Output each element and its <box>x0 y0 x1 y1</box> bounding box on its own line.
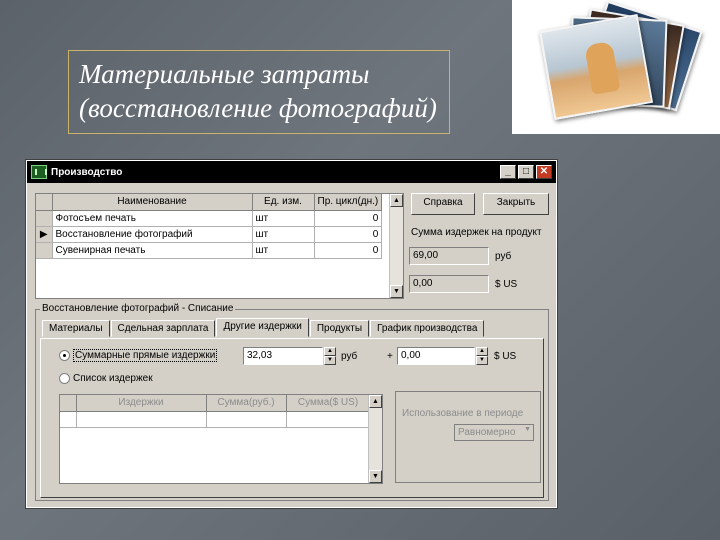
current-row-arrow-icon: ▶ <box>36 226 53 243</box>
sum-costs-spinner[interactable]: ▲ ▼ <box>324 347 336 365</box>
maximize-button[interactable]: □ <box>518 165 534 179</box>
distribution-box: Использование в периоде Равномерно ▼ <box>395 391 541 483</box>
cell-cost[interactable] <box>76 411 207 428</box>
sum-rub-unit-label: руб <box>341 351 358 362</box>
product-cost-usd-field: 0,00 <box>409 275 489 293</box>
table-row-selected[interactable]: ▶ Восстановление фотографий шт 0 <box>36 226 383 243</box>
costs-list-table: Издержки Сумма(руб.) Сумма($ US) ▲ ▼ <box>59 394 383 484</box>
cell-sum-rub[interactable] <box>206 411 287 428</box>
cell-cycle[interactable]: 0 <box>314 242 383 259</box>
slide-title: Материальные затраты (восстановление фот… <box>68 50 450 134</box>
cell-name[interactable]: Фотосъем печать <box>52 210 253 227</box>
help-button[interactable]: Справка <box>411 193 475 215</box>
sum-usd-unit-label: $ US <box>494 351 517 362</box>
row-indicator-header <box>36 194 53 211</box>
tab-products[interactable]: Продукты <box>309 320 370 337</box>
table-row[interactable]: Сувенирная печать шт 0 <box>36 242 383 259</box>
row-indicator <box>60 411 77 428</box>
spin-up-icon[interactable]: ▲ <box>476 347 488 356</box>
column-header-name[interactable]: Наименование <box>52 194 253 211</box>
distribution-label: Использование в периоде <box>402 408 524 419</box>
rub-unit-label: руб <box>495 251 512 262</box>
photo-stack-image <box>512 0 720 134</box>
scroll-down-icon[interactable]: ▼ <box>369 470 382 483</box>
column-header-unit[interactable]: Ед. изм. <box>252 194 315 211</box>
costs-scrollbar[interactable]: ▲ ▼ <box>368 395 382 483</box>
scroll-up-icon[interactable]: ▲ <box>390 194 403 207</box>
app-icon <box>31 165 47 179</box>
tab-strip: Материалы Сдельная зарплата Другие издер… <box>42 318 485 338</box>
cell-unit[interactable]: шт <box>252 242 315 259</box>
spin-up-icon[interactable]: ▲ <box>324 347 336 356</box>
slide-title-line-1: Материальные затраты <box>79 59 370 89</box>
cell-name[interactable]: Восстановление фотографий <box>52 226 253 243</box>
row-indicator <box>36 242 53 259</box>
table-row[interactable] <box>60 411 371 428</box>
minimize-button[interactable]: _ <box>500 165 516 179</box>
column-header-cost[interactable]: Издержки <box>76 395 207 412</box>
product-cost-label: Сумма издержек на продукт <box>411 227 542 238</box>
column-header-sum-usd[interactable]: Сумма($ US) <box>286 395 371 412</box>
spin-down-icon[interactable]: ▼ <box>476 356 488 365</box>
cost-list-label[interactable]: Список издержек <box>73 373 153 384</box>
tab-materials[interactable]: Материалы <box>42 320 110 337</box>
product-cost-rub-field: 69,00 <box>409 247 489 265</box>
scroll-down-icon[interactable]: ▼ <box>390 285 403 298</box>
cell-unit[interactable]: шт <box>252 226 315 243</box>
cell-sum-usd[interactable] <box>286 411 371 428</box>
sum-costs-label[interactable]: Суммарные прямые издержки <box>73 349 218 362</box>
cell-cycle[interactable]: 0 <box>314 210 383 227</box>
products-table: Наименование Ед. изм. Пр. цикл(дн.) Фото… <box>35 193 404 299</box>
column-header-sum-rub[interactable]: Сумма(руб.) <box>206 395 287 412</box>
column-header-cycle[interactable]: Пр. цикл(дн.) <box>314 194 383 211</box>
usd-spinner[interactable]: ▲ ▼ <box>476 347 488 365</box>
distribution-select: Равномерно ▼ <box>454 424 534 441</box>
tab-piecework-wage[interactable]: Сдельная зарплата <box>110 320 216 337</box>
slide-title-line-2: (восстановление фотографий) <box>79 93 437 123</box>
cell-name[interactable]: Сувенирная печать <box>52 242 253 259</box>
sum-costs-rub-input[interactable]: 32,03 <box>243 347 323 365</box>
products-scrollbar[interactable]: ▲ ▼ <box>389 194 403 298</box>
plus-sign: + <box>387 351 393 362</box>
cell-unit[interactable]: шт <box>252 210 315 227</box>
sum-costs-usd-input[interactable]: 0,00 <box>397 347 475 365</box>
spin-down-icon[interactable]: ▼ <box>324 356 336 365</box>
radio-checked-icon[interactable] <box>59 350 70 361</box>
table-row[interactable]: Фотосъем печать шт 0 <box>36 210 383 227</box>
radio-unchecked-icon[interactable] <box>59 373 70 384</box>
sum-costs-radio[interactable]: Суммарные прямые издержки <box>59 349 218 362</box>
close-window-button[interactable]: ✕ <box>536 165 552 179</box>
photo-card-front <box>538 14 654 120</box>
chevron-down-icon: ▼ <box>524 426 531 433</box>
scroll-up-icon[interactable]: ▲ <box>369 395 382 408</box>
group-title: Восстановление фотографий - Списание <box>40 303 236 314</box>
cost-list-radio[interactable]: Список издержек <box>59 373 153 384</box>
production-window: Производство _ □ ✕ Наименование Ед. изм.… <box>25 159 558 509</box>
tab-other-costs[interactable]: Другие издержки <box>216 318 309 337</box>
usd-unit-label: $ US <box>495 279 518 290</box>
cell-cycle[interactable]: 0 <box>314 226 383 243</box>
writeoff-group: Восстановление фотографий - Списание Мат… <box>35 303 549 501</box>
row-indicator-header <box>60 395 77 412</box>
distribution-value: Равномерно <box>458 427 516 438</box>
close-button[interactable]: Закрыть <box>483 193 549 215</box>
tab-production-schedule[interactable]: График производства <box>370 320 485 337</box>
other-costs-panel: Суммарные прямые издержки 32,03 ▲ ▼ руб … <box>40 338 544 498</box>
window-title: Производство <box>51 166 123 178</box>
row-indicator <box>36 210 53 227</box>
window-titlebar[interactable]: Производство _ □ ✕ <box>27 161 556 183</box>
